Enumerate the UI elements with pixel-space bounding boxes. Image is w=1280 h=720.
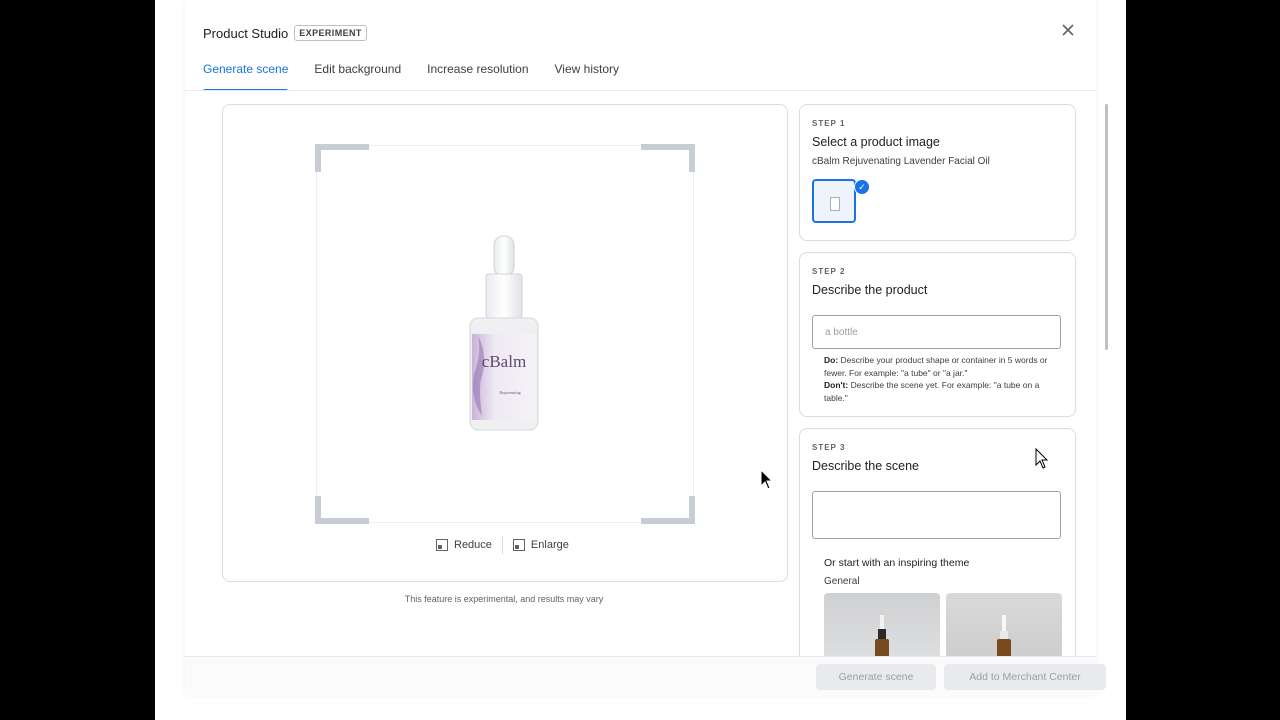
step2-title: Describe the product [812, 283, 928, 297]
product-studio-dialog: Product Studio EXPERIMENT Generate scene… [185, 0, 1108, 695]
thumbnail-bottle [830, 197, 840, 211]
step2-label: STEP 2 [812, 267, 846, 276]
product-thumbnail[interactable]: ✓ [812, 179, 870, 223]
crop-handle-bottom-left[interactable] [315, 496, 369, 524]
enlarge-label: Enlarge [530, 539, 569, 551]
mouse-pointer-icon [760, 469, 774, 490]
step3-title: Describe the scene [812, 459, 920, 473]
add-to-merchant-center-button[interactable]: Add to Merchant Center [944, 664, 1106, 690]
product-image: Rejuvenating cBalm [464, 234, 544, 434]
reduce-icon [436, 539, 448, 551]
theme-bottle-image [997, 615, 1011, 656]
step1-card: STEP 1 Select a product image cBalm Reju… [799, 104, 1076, 241]
steps-column: STEP 1 Select a product image cBalm Reju… [799, 104, 1076, 656]
hint-do-text: Describe your product shape or container… [824, 355, 1048, 378]
theme-tile[interactable] [824, 593, 940, 656]
experiment-badge: EXPERIMENT [294, 25, 367, 41]
crop-handle-top-right[interactable] [641, 144, 695, 172]
theme-bottle-image [875, 615, 889, 656]
tab-view-history[interactable]: View history [555, 62, 619, 90]
hint-do-label: Do: [824, 355, 839, 365]
step2-card: STEP 2 Describe the product a bottle Do:… [799, 252, 1076, 417]
hint-dont-label: Don't: [824, 380, 849, 390]
product-name: cBalm Rejuvenating Lavender Facial Oil [812, 156, 990, 167]
product-description-hint: Do: Describe your product shape or conta… [824, 354, 1052, 404]
crop-handle-bottom-right[interactable] [641, 496, 695, 524]
check-icon: ✓ [854, 179, 870, 195]
generate-scene-button[interactable]: Generate scene [816, 664, 936, 690]
reduce-button[interactable]: Reduce [430, 535, 498, 555]
theme-intro: Or start with an inspiring theme [824, 557, 970, 569]
enlarge-button[interactable]: Enlarge [507, 535, 575, 555]
enlarge-icon [512, 539, 525, 551]
experimental-footnote: This feature is experimental, and result… [404, 594, 604, 604]
dialog-header: Product Studio EXPERIMENT [203, 24, 367, 42]
crop-frame[interactable]: Rejuvenating cBalm [315, 144, 695, 524]
crop-handle-top-left[interactable] [315, 144, 369, 172]
reduce-label: Reduce [454, 539, 492, 551]
svg-text:Rejuvenating: Rejuvenating [499, 390, 520, 395]
step3-label: STEP 3 [812, 443, 846, 452]
dialog-footer: Generate scene Add to Merchant Center [185, 656, 1106, 696]
app-area: Product Studio EXPERIMENT Generate scene… [155, 0, 1126, 720]
theme-tile[interactable] [946, 593, 1062, 656]
scene-description-input[interactable] [812, 491, 1061, 539]
tab-bar: Generate scene Edit background Increase … [203, 62, 645, 91]
preview-panel: Rejuvenating cBalm Reduce Enlarge [222, 104, 788, 582]
close-icon[interactable] [1060, 22, 1076, 38]
step1-label: STEP 1 [812, 119, 846, 128]
zoom-controls: Reduce Enlarge [430, 535, 575, 555]
product-description-input[interactable]: a bottle [812, 315, 1061, 349]
brand-label: cBalm [481, 352, 527, 371]
step1-title: Select a product image [812, 135, 940, 149]
dialog-title: Product Studio [203, 25, 289, 41]
tab-edit-background[interactable]: Edit background [314, 62, 401, 90]
tab-generate-scene[interactable]: Generate scene [203, 62, 289, 91]
tab-divider [185, 90, 1096, 91]
hint-dont-text: Describe the scene yet. For example: "a … [824, 380, 1040, 403]
theme-category: General [824, 576, 860, 587]
steps-scrollbar[interactable] [1105, 104, 1108, 350]
zoom-divider [501, 536, 503, 554]
tab-increase-resolution[interactable]: Increase resolution [427, 62, 528, 90]
mouse-pointer-icon [1035, 448, 1049, 469]
